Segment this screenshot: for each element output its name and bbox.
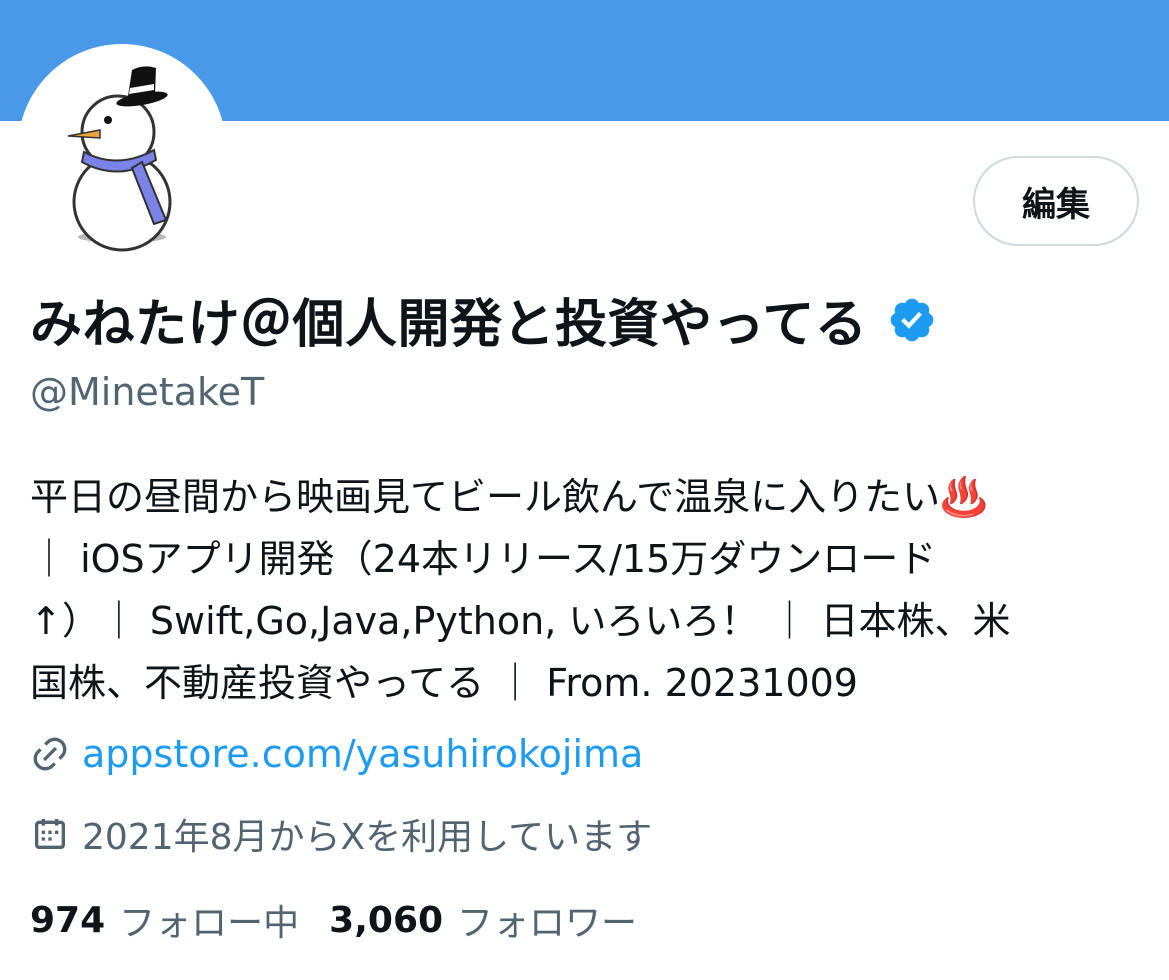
- following-count: 974: [30, 899, 106, 941]
- joined-date-row: 2021年8月からXを利用しています: [30, 808, 652, 860]
- followers-link[interactable]: 3,060 フォロワー: [329, 894, 637, 946]
- display-name: みねたけ＠個人開発と投資やってる: [30, 295, 868, 355]
- edit-profile-button[interactable]: 編集: [973, 156, 1139, 246]
- following-link[interactable]: 974 フォロー中: [30, 894, 299, 946]
- profile-bio: 平日の昼間から映画見てビール飲んで温泉に入りたい♨️ ｜ iOSアプリ開発（24…: [30, 466, 1140, 714]
- profile-link-row: appstore.com/yasuhirokojima: [30, 732, 643, 776]
- calendar-icon: [30, 814, 70, 854]
- follow-stats: 974 フォロー中 3,060 フォロワー: [30, 894, 637, 946]
- bio-line: 平日の昼間から映画見てビール飲んで温泉に入りたい♨️: [30, 475, 988, 519]
- verified-badge-icon[interactable]: [887, 295, 937, 345]
- followers-label: フォロワー: [457, 903, 638, 944]
- bio-line: 国株、不動産投資やってる ｜ From. 20231009: [30, 661, 858, 705]
- following-label: フォロー中: [119, 903, 300, 944]
- profile-website-link[interactable]: appstore.com/yasuhirokojima: [82, 732, 643, 776]
- bio-line: ↑）｜ Swift,Go,Java,Python, いろいろ！ ｜ 日本株、米: [30, 599, 1011, 643]
- bio-line: ｜ iOSアプリ開発（24本リリース/15万ダウンロード: [30, 537, 937, 581]
- joined-date-text: 2021年8月からXを利用しています: [82, 817, 653, 858]
- snowman-avatar-image: [67, 66, 172, 252]
- profile-handle: @MinetakeT: [30, 370, 265, 414]
- name-row: みねたけ＠個人開発と投資やってる: [30, 282, 937, 357]
- link-icon: [30, 734, 70, 774]
- followers-count: 3,060: [329, 899, 444, 941]
- avatar[interactable]: [18, 44, 226, 252]
